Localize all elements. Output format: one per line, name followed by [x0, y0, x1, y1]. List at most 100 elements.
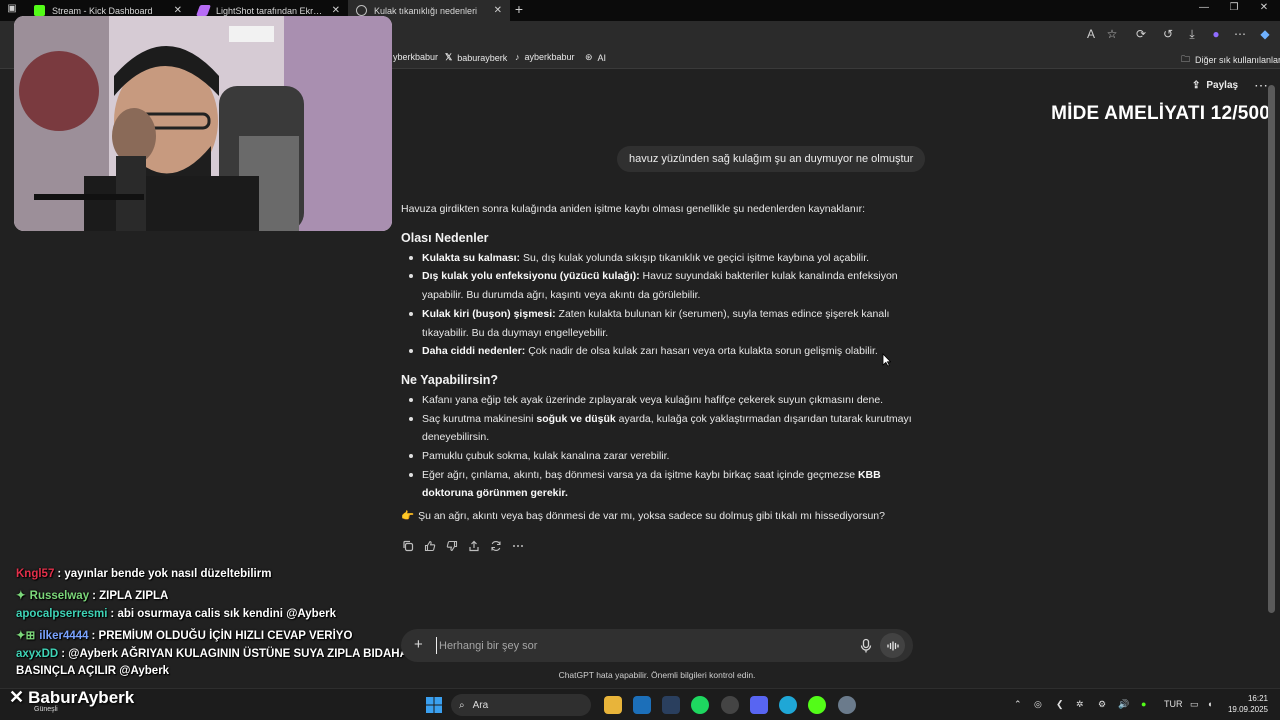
share-icon: ⇪ [1192, 80, 1201, 91]
other-bookmarks[interactable]: 🗀 Diğer sık kullanılanlar [1181, 52, 1280, 68]
chat-username[interactable]: axyxDD [16, 648, 58, 660]
tab-label: LightShot tarafından Ekran Görün [216, 5, 326, 16]
bookmark-label: baburayberk [457, 52, 508, 63]
waveform-icon [886, 640, 899, 651]
tray-steam-icon[interactable]: ⚙ [1098, 699, 1106, 710]
chat-username[interactable]: Russelway [30, 590, 89, 602]
chat-username[interactable]: ilker4444 [39, 630, 88, 642]
language-indicator[interactable]: TUR [1164, 699, 1183, 709]
tray-app-icon[interactable]: ◎ [1034, 699, 1042, 710]
settings-icon[interactable] [721, 696, 739, 714]
prompt-composer: + [401, 629, 913, 662]
downloads-icon[interactable]: ⤓ [1184, 27, 1200, 42]
bookmark-instagram[interactable]: yberkbabur [393, 52, 438, 62]
close-icon[interactable]: ✕ [174, 5, 182, 16]
chat-message: ✦⊞ ilker4444: PREMİUM OLDUĞU İÇİN HIZLI C… [16, 628, 352, 642]
voice-mode-button[interactable] [880, 633, 905, 658]
x-icon: 𝕏 [445, 52, 453, 62]
list-item: Pamuklu çubuk sokma, kulak kanalına zara… [401, 447, 916, 466]
section-heading: Ne Yapabilirsin? [401, 372, 499, 387]
bookmark-label: yberkbabur [393, 52, 439, 62]
chat-username[interactable]: Kngl57 [16, 568, 54, 580]
tray-app-icon[interactable]: ❮ [1056, 699, 1064, 710]
bookmark-tiktok[interactable]: ♪ ayberkbabur [515, 52, 575, 62]
steam-icon[interactable] [662, 696, 680, 714]
tray-chevron-icon[interactable]: ⌃ [1014, 699, 1022, 710]
share-button[interactable]: ⇪ Paylaş [1192, 80, 1238, 91]
share-upload-icon[interactable] [467, 539, 481, 553]
badge-icon: ✦⊞ [16, 630, 36, 642]
speaker-icon[interactable]: ◖ [1207, 699, 1212, 709]
profile-icon[interactable]: ● [1208, 27, 1224, 41]
thumbs-down-icon[interactable] [445, 539, 459, 553]
extensions-icon[interactable]: ⟳ [1133, 27, 1149, 41]
brand-name: BaburAyberk [28, 687, 135, 707]
bookmark-x[interactable]: 𝕏 baburayberk [445, 52, 507, 63]
other-bookmarks-label: Diğer sık kullanılanlar [1195, 55, 1280, 65]
answer-intro: Havuza girdikten sonra kulağında aniden … [401, 203, 866, 215]
kick-app-icon[interactable] [808, 696, 826, 714]
more-options-icon[interactable]: ⋯ [1254, 77, 1268, 94]
list-item: Eğer ağrı, çınlama, akıntı, baş dönmesi … [401, 466, 916, 503]
microphone-icon[interactable] [859, 638, 873, 654]
mouse-cursor-icon [882, 353, 891, 367]
list-item: Kulakta su kalması: Su, dış kulak yolund… [401, 249, 916, 268]
stream-overlay-title: MİDE AMELİYATI 12/500 [1051, 103, 1270, 124]
close-icon[interactable]: ✕ [494, 5, 502, 16]
list-item: Dış kulak yolu enfeksiyonu (yüzücü kulağ… [401, 267, 916, 304]
tray-mic-icon[interactable]: ● [1141, 699, 1146, 709]
tab-actions-icon[interactable]: ▣ [4, 3, 20, 14]
chat-text: : ZIPLA ZIPLA [92, 590, 169, 602]
close-window-icon[interactable]: ✕ [1256, 2, 1272, 13]
new-tab-button[interactable]: + [511, 1, 527, 17]
chat-message: apocalpserresmi: abi osurmaya calis sık … [16, 608, 336, 620]
disclaimer-text: ChatGPT hata yapabilir. Önemli bilgileri… [558, 670, 756, 680]
chat-username[interactable]: apocalpserresmi [16, 608, 107, 620]
settings-more-icon[interactable]: ⋯ [1232, 27, 1248, 41]
search-icon: ⌕ [459, 699, 465, 711]
bookmark-ai[interactable]: ⊛ AI [585, 52, 606, 63]
minimize-icon[interactable]: — [1196, 2, 1212, 13]
clock-time: 16:21 [1247, 694, 1268, 703]
x-icon: ✕ [9, 687, 25, 707]
photos-icon[interactable] [633, 696, 651, 714]
assistant-answer: Havuza girdikten sonra kulağında aniden … [401, 200, 916, 526]
windows-start-icon[interactable] [425, 696, 443, 714]
chat-message: axyxDD: @Ayberk AĞRIYAN KULAGININ ÜSTÜNE… [16, 648, 420, 660]
attach-plus-icon[interactable]: + [414, 636, 423, 653]
brand-subtitle: Güneşli [34, 706, 58, 713]
system-clock[interactable]: 16:21 19.09.2025 [1228, 693, 1268, 715]
discord-icon[interactable] [750, 696, 768, 714]
copy-icon[interactable] [401, 539, 415, 553]
tray-app-icon[interactable]: ✲ [1076, 699, 1084, 710]
read-aloud-icon[interactable]: A [1083, 27, 1099, 41]
closing-question: 👉 Şu an ağrı, akıntı veya baş dönmesi de… [401, 507, 916, 526]
thumbs-up-icon[interactable] [423, 539, 437, 553]
page-scrollbar[interactable] [1268, 85, 1275, 613]
history-icon[interactable]: ↺ [1160, 27, 1176, 41]
file-explorer-icon[interactable] [604, 696, 622, 714]
closing-text: Şu an ağrı, akıntı veya baş dönmesi de v… [418, 510, 885, 523]
spotify-icon[interactable] [691, 696, 709, 714]
volume-icon[interactable]: 🔊 [1118, 699, 1129, 710]
more-icon[interactable] [511, 539, 525, 553]
edge-icon[interactable] [779, 696, 797, 714]
chat-text: : yayınlar bende yok nasıl düzeltebilirm [57, 568, 272, 580]
bookmark-label: ayberkbabur [524, 52, 575, 62]
close-icon[interactable]: ✕ [332, 5, 340, 16]
webcam-overlay [14, 16, 392, 231]
network-icon[interactable]: ▭ [1190, 699, 1199, 710]
windows-taskbar: ⌕ Ara ⌃ ◎ ❮ ✲ ⚙ 🔊 ● TUR ▭ ◖ 16:21 19.09.… [0, 688, 1280, 720]
openai-icon: ⊛ [585, 52, 593, 62]
lightshot-icon [195, 5, 212, 16]
taskbar-search[interactable]: ⌕ Ara [451, 694, 591, 716]
regenerate-icon[interactable] [489, 539, 503, 553]
favorite-star-icon[interactable]: ☆ [1104, 27, 1120, 41]
bookmark-label: AI [597, 52, 607, 63]
copilot-icon[interactable]: ◆ [1257, 27, 1273, 41]
maximize-icon[interactable]: ❐ [1226, 2, 1242, 13]
folder-icon: 🗀 [1181, 54, 1191, 64]
pointing-hand-icon: 👉 [401, 510, 415, 523]
prompt-input[interactable] [436, 637, 836, 654]
gear-app-icon[interactable] [838, 696, 856, 714]
